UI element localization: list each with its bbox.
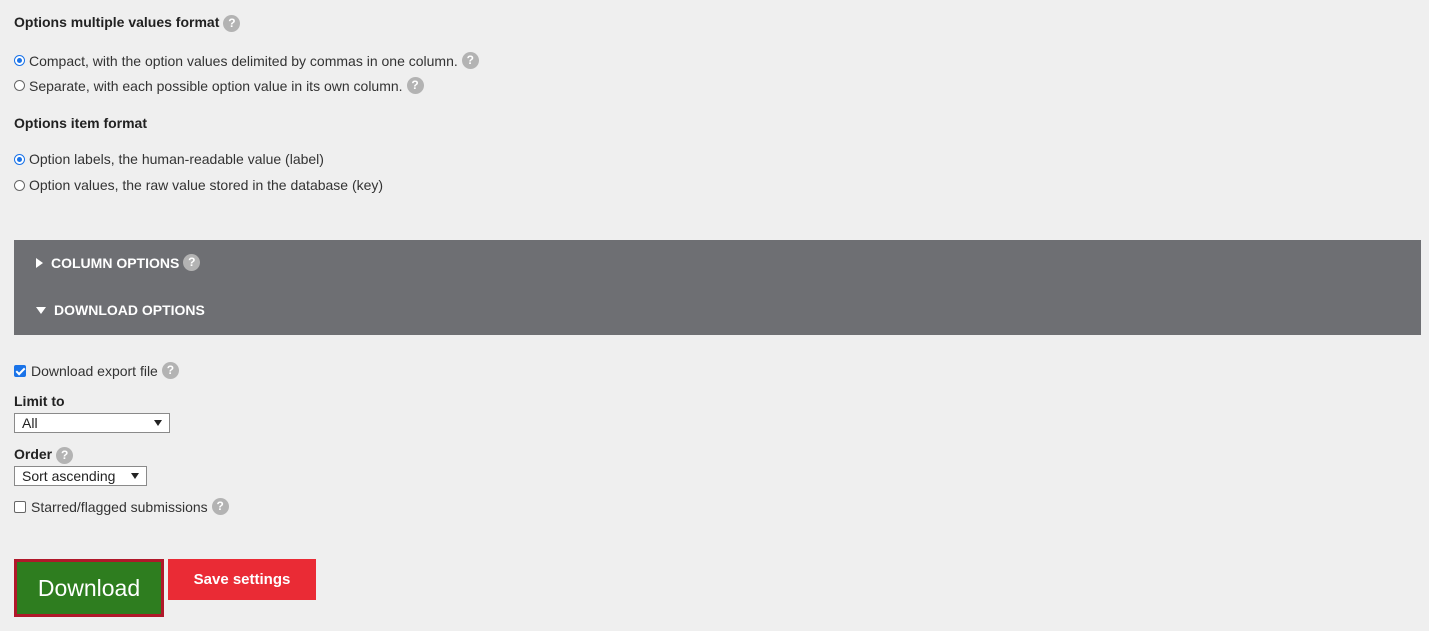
- column-options-label[interactable]: COLUMN OPTIONS: [51, 255, 179, 271]
- download-options-label[interactable]: DOWNLOAD OPTIONS: [54, 302, 205, 318]
- collapse-triangle-icon: [36, 306, 46, 314]
- radio-option-labels[interactable]: Option labels, the human-readable value …: [14, 151, 324, 167]
- download-button[interactable]: Download: [14, 559, 164, 617]
- radio-labels-label[interactable]: Option labels, the human-readable value …: [29, 151, 324, 167]
- radio-compact[interactable]: [14, 55, 25, 66]
- options-multiple-values-heading: Options multiple values format?: [14, 14, 241, 32]
- expand-triangle-icon: [36, 257, 43, 268]
- starred-submissions-option[interactable]: Starred/flagged submissions?: [14, 498, 229, 515]
- help-icon[interactable]: ?: [211, 498, 229, 515]
- radio-labels[interactable]: [14, 153, 25, 165]
- help-icon[interactable]: ?: [223, 14, 241, 32]
- options-section-bar: COLUMN OPTIONS? DOWNLOAD OPTIONS: [14, 240, 1421, 335]
- help-icon[interactable]: ?: [183, 254, 201, 271]
- radio-values[interactable]: [14, 179, 25, 191]
- radio-option-compact[interactable]: Compact, with the option values delimite…: [14, 52, 479, 69]
- download-options-toggle[interactable]: DOWNLOAD OPTIONS: [36, 302, 205, 318]
- options-multiple-values-title: Options multiple values format: [14, 14, 220, 30]
- limit-to-label: Limit to: [14, 393, 65, 409]
- save-settings-button[interactable]: Save settings: [168, 559, 316, 600]
- order-select[interactable]: Sort ascending: [14, 466, 147, 486]
- help-icon[interactable]: ?: [161, 362, 179, 379]
- chevron-down-icon: [131, 473, 139, 479]
- column-options-toggle[interactable]: COLUMN OPTIONS?: [36, 254, 201, 271]
- radio-separate-label[interactable]: Separate, with each possible option valu…: [29, 78, 403, 94]
- order-heading: Order?: [14, 446, 74, 464]
- order-value: Sort ascending: [22, 468, 116, 484]
- help-icon[interactable]: ?: [56, 446, 74, 464]
- limit-to-value: All: [22, 415, 38, 431]
- starred-submissions-label[interactable]: Starred/flagged submissions: [31, 499, 208, 515]
- radio-option-values[interactable]: Option values, the raw value stored in t…: [14, 177, 383, 193]
- radio-option-separate[interactable]: Separate, with each possible option valu…: [14, 77, 424, 94]
- radio-compact-label[interactable]: Compact, with the option values delimite…: [29, 53, 458, 69]
- radio-values-label[interactable]: Option values, the raw value stored in t…: [29, 177, 383, 193]
- download-export-file-label[interactable]: Download export file: [31, 363, 158, 379]
- download-export-file-checkbox[interactable]: [14, 364, 26, 377]
- options-item-format-heading: Options item format: [14, 115, 148, 131]
- download-export-file-option[interactable]: Download export file?: [14, 362, 179, 379]
- help-icon[interactable]: ?: [406, 77, 424, 94]
- export-settings-page: Options multiple values format? Compact,…: [0, 0, 1429, 631]
- radio-separate[interactable]: [14, 80, 25, 91]
- order-label: Order: [14, 446, 53, 462]
- chevron-down-icon: [154, 420, 162, 426]
- limit-to-select[interactable]: All: [14, 413, 170, 433]
- help-icon[interactable]: ?: [461, 52, 479, 69]
- starred-submissions-checkbox[interactable]: [14, 500, 26, 513]
